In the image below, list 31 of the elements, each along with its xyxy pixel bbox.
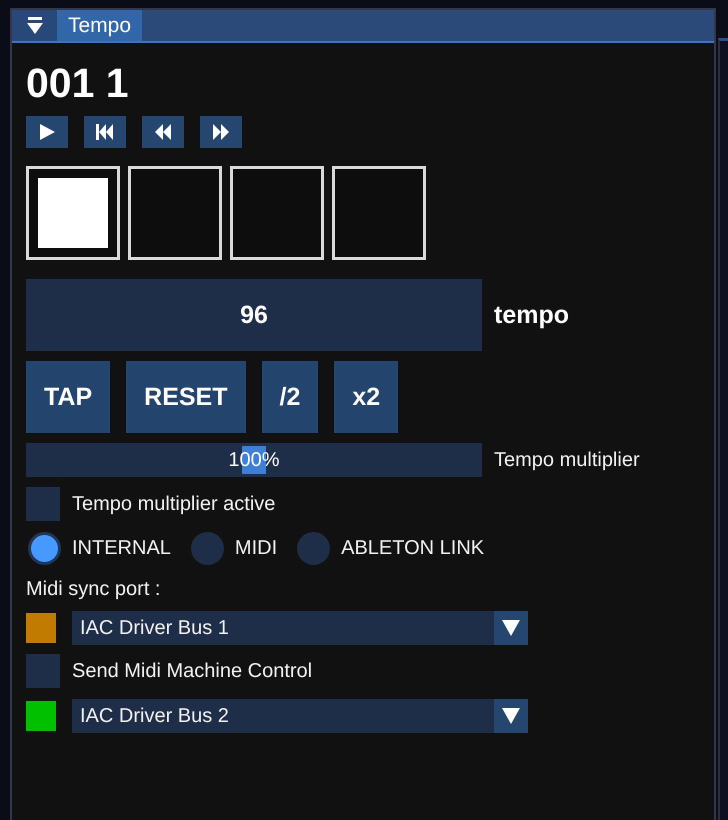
- checkbox-label: Send Midi Machine Control: [72, 660, 312, 682]
- rewind-button[interactable]: [142, 116, 184, 148]
- skip-to-start-icon: [96, 123, 114, 141]
- rewind-icon: [154, 123, 172, 141]
- checkbox-label: Tempo multiplier active: [72, 492, 276, 516]
- slider-label: Tempo multiplier: [494, 448, 640, 472]
- tempo-button[interactable]: TAP: [26, 361, 110, 433]
- fast-forward-button[interactable]: [200, 116, 242, 148]
- radio-label: MIDI: [234, 537, 278, 560]
- play-icon: [38, 123, 56, 141]
- tempo-button[interactable]: x2: [334, 361, 398, 433]
- radio-button[interactable]: [190, 532, 224, 565]
- checkbox[interactable]: [26, 487, 60, 521]
- collapse-icon: [26, 16, 42, 34]
- port-dropdown[interactable]: IAC Driver Bus 2: [72, 699, 528, 733]
- radio-label: ABLETON LINK: [341, 537, 484, 560]
- port-dropdown[interactable]: IAC Driver Bus 1: [72, 611, 528, 645]
- tempo-label: tempo: [494, 300, 569, 330]
- tempo-button[interactable]: /2: [262, 361, 318, 433]
- radio-button[interactable]: [297, 532, 330, 565]
- skip-to-start-button[interactable]: [84, 116, 126, 148]
- fast-forward-icon: [212, 123, 230, 141]
- radio-label: INTERNAL: [72, 537, 171, 560]
- position-readout: 001 1: [26, 59, 129, 108]
- section-label: Midi sync port :: [26, 577, 160, 601]
- tempo-field[interactable]: 96: [26, 279, 482, 351]
- radio-button[interactable]: [28, 532, 61, 565]
- play-button[interactable]: [26, 116, 68, 148]
- checkbox[interactable]: [26, 654, 60, 688]
- tempo-button[interactable]: RESET: [126, 361, 246, 433]
- panel-tab[interactable]: Tempo: [57, 10, 142, 41]
